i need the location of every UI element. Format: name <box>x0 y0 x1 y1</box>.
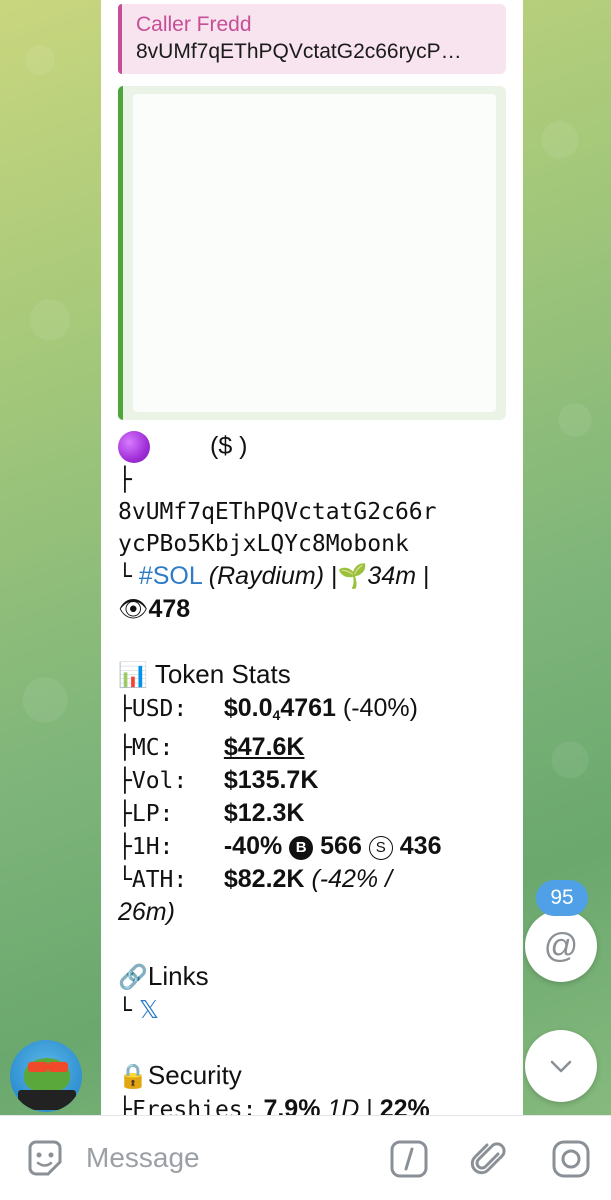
views-row: 👁478 <box>118 593 506 626</box>
stat-label: LP: <box>131 801 174 828</box>
ath-detail-cont: 26m) <box>118 898 175 927</box>
separator: | <box>366 1095 373 1115</box>
buys-count: 566 <box>320 832 362 861</box>
token-symbol: ($ ) <box>210 432 248 460</box>
link-preview[interactable] <box>118 86 506 420</box>
tree-branch: ├ <box>118 696 132 723</box>
stat-1h: ├1H: -40% B 566 S 436 <box>118 830 506 863</box>
dex-name: (Raydium) <box>208 562 325 591</box>
token-meta: └ #SOL (Raydium) |🌱34m | <box>118 560 506 593</box>
stat-label: MC: <box>131 735 174 762</box>
sticker-emoji-icon[interactable] <box>24 1138 66 1180</box>
stats-title-row: 📊 Token Stats <box>118 658 506 692</box>
liquidity-value: $12.3K <box>223 799 305 828</box>
tree-branch: ├ <box>118 834 132 861</box>
unread-mentions-badge: 95 <box>536 880 588 916</box>
sunglasses-icon <box>28 1062 48 1072</box>
buys-circle-icon: B <box>289 836 314 861</box>
tree-last: └ <box>118 998 132 1025</box>
reply-text: 8vUMf7qEThPQVctatG2c66rycP… <box>136 40 462 63</box>
tree-branch: ├ <box>118 735 132 762</box>
stat-usd: ├USD: $0.044761 (-40%) <box>118 692 506 731</box>
purple-circle-icon <box>118 431 150 464</box>
tree-branch: ├ <box>118 801 132 828</box>
stat-label: ATH: <box>131 867 188 894</box>
freshies-7d: 22% <box>379 1095 430 1115</box>
stat-mc: ├MC: $47.6K <box>118 731 506 764</box>
tree-last: └ <box>118 867 132 894</box>
tree-branch: ├ <box>118 1097 132 1115</box>
links-title: Links <box>147 961 209 992</box>
freshies-label: Freshies: <box>131 1097 257 1115</box>
chevron-down-icon <box>550 1060 572 1073</box>
camera-icon[interactable] <box>550 1138 592 1180</box>
ath-value: $82.2K <box>223 865 305 894</box>
token-header: ($ ) <box>118 430 506 464</box>
preview-image <box>133 94 496 412</box>
freshies-1d: 7.9% <box>263 1095 321 1115</box>
usd-price: $0.044761 <box>223 694 336 724</box>
freshies-row: ├Freshies: 7.9% 1D | 22% <box>118 1093 506 1115</box>
usd-change: (-40%) <box>342 694 418 723</box>
seedling-icon: 🌱 <box>337 563 368 591</box>
freshies-1d-label: 1D <box>327 1095 360 1115</box>
sells-circle-icon: S <box>368 836 393 861</box>
eye-icon: 👁 <box>118 596 149 624</box>
links-row: └ 𝕏 <box>118 994 506 1027</box>
chain-hashtag[interactable]: #SOL <box>139 562 202 590</box>
link-icon: 🔗 <box>118 964 148 992</box>
stat-lp: ├LP: $12.3K <box>118 797 506 830</box>
message-input[interactable]: Message <box>86 1142 200 1174</box>
lock-icon: 🔒 <box>118 1063 148 1091</box>
stat-label: USD: <box>131 696 188 723</box>
ath-detail: (-42% / <box>311 865 393 894</box>
sunglasses-icon <box>48 1062 68 1072</box>
bar-chart-icon: 📊 <box>118 662 148 690</box>
token-age: 34m <box>367 562 417 591</box>
security-title: Security <box>147 1060 242 1091</box>
stat-ath: └ATH: $82.2K (-42% / <box>118 863 506 896</box>
mention-button[interactable]: @ <box>525 910 597 982</box>
stat-label: Vol: <box>131 768 188 795</box>
tree-branch: ├ <box>118 467 132 494</box>
slash-commands-icon[interactable] <box>388 1138 430 1180</box>
sender-avatar[interactable] <box>10 1040 82 1112</box>
separator: | <box>423 562 430 591</box>
tree-last: └ <box>118 564 132 591</box>
views-count: 478 <box>148 595 191 624</box>
stats-title: Token Stats <box>154 659 291 690</box>
hour-change: -40% <box>223 832 283 861</box>
at-icon: @ <box>543 926 579 965</box>
paperclip-icon[interactable] <box>468 1138 510 1180</box>
tree-branch: ├ <box>118 768 132 795</box>
links-title-row: 🔗Links <box>118 960 506 994</box>
message-bubble[interactable]: Caller Fredd 8vUMf7qEThPQVctatG2c66rycP…… <box>101 0 523 1115</box>
token-address-1[interactable]: 8vUMf7qEThPQVctatG2c66r <box>118 496 506 528</box>
volume-value: $135.7K <box>223 766 319 795</box>
laptop-icon <box>18 1090 76 1110</box>
sells-count: 436 <box>399 832 442 861</box>
token-address-2[interactable]: ycPBo5KbjxLQYc8Mobonk <box>118 528 506 560</box>
security-title-row: 🔒Security <box>118 1059 506 1093</box>
market-cap-link[interactable]: $47.6K <box>224 733 305 761</box>
message-text: ($ ) ├ 8vUMf7qEThPQVctatG2c66r ycPBo5Kbj… <box>118 430 506 1115</box>
message-input-bar: Message <box>0 1115 611 1200</box>
stat-label: 1H: <box>131 834 174 861</box>
stat-vol: ├Vol: $135.7K <box>118 764 506 797</box>
reply-quote[interactable]: Caller Fredd 8vUMf7qEThPQVctatG2c66rycP… <box>118 4 506 74</box>
scroll-down-button[interactable] <box>525 1030 597 1102</box>
reply-author: Caller Fredd <box>136 13 252 36</box>
x-twitter-link[interactable]: 𝕏 <box>139 995 159 1024</box>
